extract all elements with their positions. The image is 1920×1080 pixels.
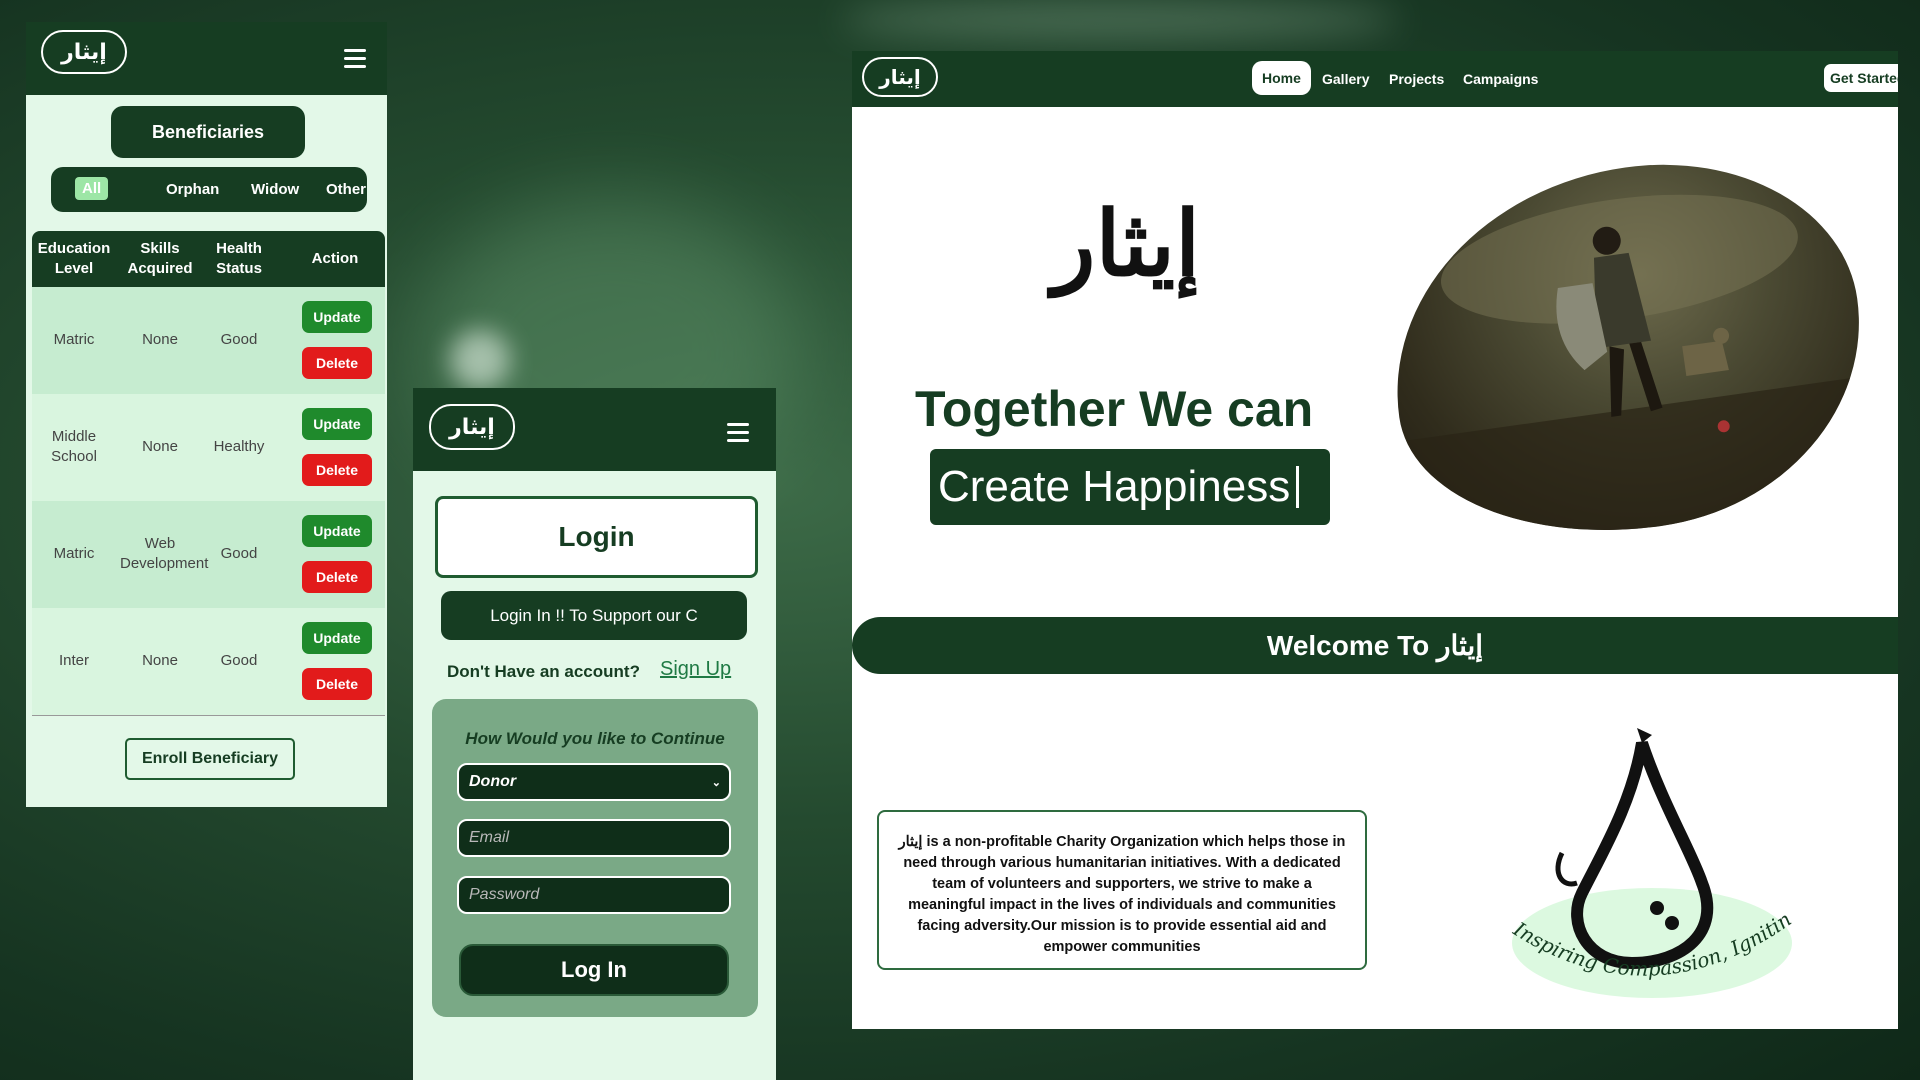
brand-logo[interactable]: إيثار (429, 404, 515, 450)
divider (32, 715, 385, 716)
password-field[interactable]: Password (457, 876, 731, 914)
get-started-button[interactable]: Get Started (1824, 64, 1898, 92)
skills-cell: Web Development (120, 535, 209, 572)
beneficiaries-panel: إيثار Beneficiaries All Orphan Widow Oth… (26, 22, 387, 807)
email-placeholder: Email (469, 829, 510, 846)
column-header: Education Level (37, 240, 111, 277)
typing-caret (1296, 466, 1300, 508)
navbar: إيثار Home Gallery Projects Campaigns Ge… (852, 51, 1898, 107)
update-button[interactable]: Update (302, 622, 372, 654)
filter-all[interactable]: All (75, 177, 109, 200)
role-select[interactable]: Donor ⌄ (457, 763, 731, 801)
education-cell: Matric (53, 331, 95, 348)
beneficiaries-title: Beneficiaries (111, 106, 305, 158)
delete-button[interactable]: Delete (302, 347, 372, 379)
brand-emblem: Inspiring Compassion, Igniting Change (1484, 704, 1812, 1029)
hamburger-menu-icon[interactable] (344, 49, 366, 68)
column-header: Action (311, 250, 359, 267)
home-panel: إيثار Home Gallery Projects Campaigns Ge… (852, 51, 1898, 1029)
delete-button[interactable]: Delete (302, 561, 372, 593)
hero-subtitle: Create Happiness (930, 449, 1330, 525)
education-cell: Middle School (51, 428, 97, 465)
background-blur (840, 0, 1400, 40)
no-account-text: Don't Have an account? (447, 662, 640, 681)
table-row: Matric Web Development Good Update Delet… (32, 501, 385, 608)
table-row: Middle School None Healthy Update Delete (32, 394, 385, 501)
brand-emblem-icon: Inspiring Compassion, Igniting Change (1484, 704, 1796, 998)
education-cell: Inter (58, 652, 89, 669)
login-panel: إيثار Login Login In !! To Support our C… (413, 388, 776, 1080)
navbar: إيثار (26, 22, 387, 95)
background-blur (450, 330, 510, 390)
password-placeholder: Password (469, 886, 540, 903)
signup-link[interactable]: Sign Up (660, 658, 731, 681)
skills-cell: None (142, 438, 178, 455)
table-header: Education Level Skills Acquired Health S… (32, 231, 385, 287)
skills-cell: None (142, 652, 178, 669)
hero-image-figure (1402, 194, 1885, 560)
brand-logo[interactable]: إيثار (862, 57, 938, 97)
continue-title: How Would you like to Continue (465, 729, 725, 748)
nav-campaigns[interactable]: Campaigns (1463, 71, 1538, 87)
navbar: إيثار (413, 388, 776, 471)
support-login-button[interactable]: Login In !! To Support our C (441, 591, 747, 640)
filter-orphan[interactable]: Orphan (166, 181, 219, 198)
enroll-beneficiary-button[interactable]: Enroll Beneficiary (125, 738, 295, 780)
nav-home[interactable]: Home (1252, 61, 1311, 95)
chevron-down-icon: ⌄ (711, 776, 721, 789)
education-cell: Matric (53, 545, 95, 562)
login-button[interactable]: Log In (459, 944, 729, 996)
brand-logo[interactable]: إيثار (41, 30, 127, 74)
filter-bar: All Orphan Widow Other (51, 167, 367, 212)
delete-button[interactable]: Delete (302, 454, 372, 486)
email-field[interactable]: Email (457, 819, 731, 857)
filter-widow[interactable]: Widow (251, 181, 299, 198)
health-cell: Good (220, 331, 258, 348)
update-button[interactable]: Update (302, 515, 372, 547)
health-cell: Healthy (213, 438, 265, 455)
table-row: Matric None Good Update Delete (32, 287, 385, 394)
filter-other[interactable]: Other (326, 181, 366, 198)
hero-arabic-title: إيثار (1052, 191, 1201, 297)
login-form: How Would you like to Continue Donor ⌄ E… (432, 699, 758, 1017)
welcome-banner: Welcome To إيثار (852, 617, 1898, 674)
hero-title: Together We can (915, 381, 1314, 437)
column-header: Health Status (216, 240, 262, 277)
nav-projects[interactable]: Projects (1389, 71, 1444, 87)
table-row: Inter None Good Update Delete (32, 608, 385, 715)
delete-button[interactable]: Delete (302, 668, 372, 700)
hamburger-menu-icon[interactable] (727, 423, 749, 442)
login-heading: Login (435, 496, 758, 578)
column-header: Skills Acquired (127, 240, 193, 277)
health-cell: Good (220, 652, 258, 669)
hero-image (1369, 138, 1885, 560)
hero-subtitle-text: Create Happiness (938, 462, 1291, 511)
update-button[interactable]: Update (302, 408, 372, 440)
about-text: إيثار is a non-profitable Charity Organi… (877, 810, 1367, 970)
nav-gallery[interactable]: Gallery (1322, 71, 1369, 87)
health-cell: Good (220, 545, 258, 562)
update-button[interactable]: Update (302, 301, 372, 333)
skills-cell: None (142, 331, 178, 348)
role-select-value: Donor (469, 773, 517, 790)
